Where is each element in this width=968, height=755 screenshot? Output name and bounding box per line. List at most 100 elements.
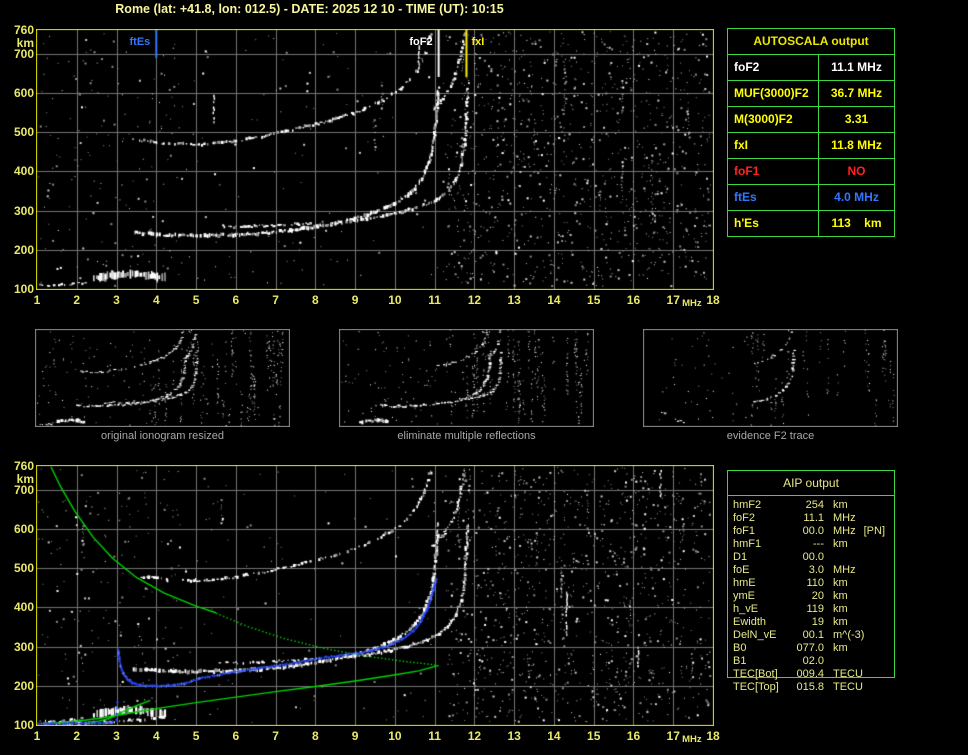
param-unit: km — [833, 616, 848, 629]
param-value: 009.4 — [791, 668, 824, 681]
x-tick-label: 16 — [622, 730, 644, 742]
param-value: 02.0 — [791, 655, 824, 668]
param-unit: MHz — [833, 525, 856, 538]
x-tick-label: 13 — [503, 294, 525, 306]
param-unit: km — [833, 499, 848, 512]
x-tick-label: 17 — [662, 730, 684, 742]
x-tick-label: 7 — [265, 294, 287, 306]
table-row: MUF(3000)F2 36.7 MHz — [728, 81, 894, 107]
y-tick-label: 760 — [2, 460, 34, 472]
param-label: M(3000)F2 — [728, 107, 819, 132]
x-tick-label: 2 — [66, 730, 88, 742]
y-tick-label: 500 — [2, 126, 34, 138]
x-tick-label: 4 — [145, 294, 167, 306]
x-tick-label: 15 — [583, 294, 605, 306]
param-label: fxI — [728, 133, 819, 158]
param-value: 3.31 — [819, 107, 894, 132]
param-label: MUF(3000)F2 — [728, 81, 819, 106]
param-value: 11.1 — [791, 512, 824, 525]
param-value: 36.7 MHz — [819, 81, 894, 106]
x-tick-label: 17 — [662, 294, 684, 306]
param-label: B1 — [728, 655, 791, 668]
table-row: foF2 11.1 MHz — [728, 55, 894, 81]
aip-table-header: AIP output — [728, 471, 894, 496]
param-unit: MHz — [833, 512, 856, 525]
ionogram-analysis-screen: Rome (lat: +41.8, lon: 012.5) - DATE: 20… — [0, 0, 968, 755]
param-unit: km — [833, 577, 848, 590]
param-value: 4.0 MHz — [819, 185, 894, 210]
autoscala-output-table: AUTOSCALA output foF2 11.1 MHz MUF(3000)… — [727, 28, 895, 237]
y-tick-label: 300 — [2, 205, 34, 217]
param-value: 254 — [791, 499, 824, 512]
param-value: 110 — [791, 577, 824, 590]
param-unit: TECU — [833, 681, 863, 694]
fxI-marker-label: fxI — [471, 37, 505, 48]
x-tick-label: 10 — [384, 294, 406, 306]
param-value: 015.8 — [791, 681, 824, 694]
param-label: h_vE — [728, 603, 791, 616]
param-label: ymE — [728, 590, 791, 603]
thumbnail-caption: original ionogram resized — [35, 430, 290, 442]
param-value: --- — [791, 538, 824, 551]
x-tick-label: 1 — [26, 730, 48, 742]
bottom-ionogram-plot — [36, 465, 714, 726]
param-value: 119 — [791, 603, 824, 616]
y-tick-label: 200 — [2, 680, 34, 692]
param-label: hmF2 — [728, 499, 791, 512]
y-tick-label: 400 — [2, 165, 34, 177]
param-label: Ewidth — [728, 616, 791, 629]
x-tick-label: 11 — [424, 294, 446, 306]
x-tick-label: 14 — [543, 294, 565, 306]
param-label: foF1 — [728, 159, 819, 184]
y-tick-label: 760 — [2, 24, 34, 36]
x-tick-label: 12 — [463, 294, 485, 306]
x-tick-label: 15 — [583, 730, 605, 742]
param-unit: km — [833, 590, 848, 603]
param-value: 00.1 — [791, 629, 824, 642]
x-tick-label: 1 — [26, 294, 48, 306]
x-tick-label: 3 — [106, 730, 128, 742]
aip-rows-container: hmF2254kmfoF211.1MHzfoF100.0MHz[PN]hmF1-… — [728, 499, 894, 694]
aip-row: TEC[Bot]009.4TECU — [728, 668, 894, 681]
autoscala-table-header: AUTOSCALA output — [728, 29, 894, 55]
x-tick-label: 14 — [543, 730, 565, 742]
thumbnail-eliminate-reflections — [339, 329, 594, 427]
aip-row: hmF1--- km — [728, 538, 894, 551]
param-label: hmF1 — [728, 538, 791, 551]
x-tick-label: 8 — [304, 294, 326, 306]
aip-row: TEC[Top]015.8TECU — [728, 681, 894, 694]
aip-row: h_vE119 km — [728, 603, 894, 616]
x-tick-label: 6 — [225, 730, 247, 742]
x-tick-label: 11 — [424, 730, 446, 742]
param-unit: km — [833, 603, 848, 616]
page-title: Rome (lat: +41.8, lon: 012.5) - DATE: 20… — [37, 2, 582, 16]
table-row: ftEs 4.0 MHz — [728, 185, 894, 211]
aip-row: ymE20 km — [728, 590, 894, 603]
y-tick-label: 600 — [2, 87, 34, 99]
aip-row: foE3.0MHz — [728, 564, 894, 577]
aip-row: B102.0 — [728, 655, 894, 668]
thumbnail-evidence-f2-trace — [643, 329, 898, 427]
aip-row: hmE110 km — [728, 577, 894, 590]
param-label: DelN_vE — [728, 629, 791, 642]
x-tick-label: 9 — [344, 730, 366, 742]
x-tick-label: 2 — [66, 294, 88, 306]
param-value: 00.0 — [791, 525, 824, 538]
x-tick-label: 9 — [344, 294, 366, 306]
param-label: foF2 — [728, 55, 819, 80]
param-label: B0 — [728, 642, 791, 655]
param-label: hmE — [728, 577, 791, 590]
param-unit: km — [833, 538, 848, 551]
x-tick-label: 6 — [225, 294, 247, 306]
x-axis-unit-label: MHz — [682, 735, 702, 745]
aip-row: hmF2254 km — [728, 499, 894, 512]
param-value: 00.0 — [791, 551, 824, 564]
param-value: 20 — [791, 590, 824, 603]
table-row: fxI 11.8 MHz — [728, 133, 894, 159]
x-tick-label: 5 — [185, 294, 207, 306]
thumbnail-caption: eliminate multiple reflections — [339, 430, 594, 442]
param-unit: m^(-3) — [833, 629, 864, 642]
x-tick-label: 16 — [622, 294, 644, 306]
param-unit: km — [833, 642, 848, 655]
x-tick-label: 18 — [702, 730, 724, 742]
